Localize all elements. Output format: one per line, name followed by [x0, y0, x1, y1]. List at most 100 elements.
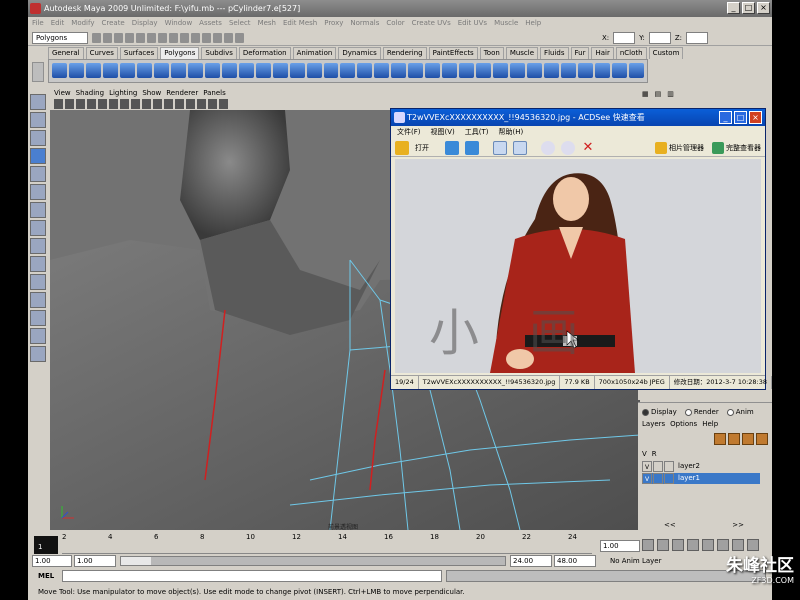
- boolean-difference-icon[interactable]: [323, 63, 339, 78]
- move-layer-up-icon[interactable]: [714, 433, 726, 445]
- poly-sphere-icon[interactable]: [52, 63, 67, 78]
- last-tool-icon[interactable]: [30, 238, 46, 254]
- move-tool-icon[interactable]: [30, 148, 46, 164]
- save-scene-icon[interactable]: [114, 33, 123, 43]
- poly-helix-icon[interactable]: [204, 63, 220, 78]
- poly-pyramid-icon[interactable]: [170, 63, 186, 78]
- acdsee-maximize-button[interactable]: □: [734, 111, 747, 124]
- range-handle[interactable]: [121, 557, 151, 565]
- menu-display[interactable]: Display: [132, 17, 158, 30]
- start-time-field[interactable]: 1.00: [32, 555, 72, 567]
- cut-uv-icon[interactable]: [611, 63, 627, 78]
- layer2-render-toggle[interactable]: [653, 461, 663, 472]
- attribute-editor-tab-icon[interactable]: ▤: [655, 88, 662, 100]
- anim-layer-radio[interactable]: Anim: [726, 407, 754, 417]
- select-tool-icon[interactable]: [30, 94, 46, 110]
- tab-muscle[interactable]: Muscle: [505, 47, 539, 59]
- display-layer-radio[interactable]: Display: [642, 407, 677, 417]
- layout-four-icon[interactable]: [30, 274, 46, 290]
- tab-dynamics[interactable]: Dynamics: [338, 47, 381, 59]
- menu-mesh[interactable]: Mesh: [258, 17, 276, 30]
- range-bar[interactable]: [120, 556, 506, 566]
- render-settings-icon[interactable]: [235, 33, 244, 43]
- split-polygon-icon[interactable]: [408, 63, 424, 78]
- previous-image-icon[interactable]: [445, 140, 459, 155]
- shelf-menu-button[interactable]: [32, 62, 44, 82]
- menu-create[interactable]: Create: [101, 17, 124, 30]
- scroll-right-button[interactable]: >>: [732, 521, 744, 529]
- resolution-gate-icon[interactable]: [120, 99, 129, 109]
- acdsee-menu-view[interactable]: 视图(V): [431, 126, 455, 139]
- zoom-out-icon[interactable]: [561, 140, 575, 155]
- boolean-intersection-icon[interactable]: [340, 63, 356, 78]
- camera-attributes-icon[interactable]: [65, 99, 74, 109]
- checker-icon[interactable]: [595, 63, 610, 78]
- show-manipulator-icon[interactable]: [30, 220, 46, 236]
- panel-menu-shading[interactable]: Shading: [76, 88, 104, 98]
- acdsee-menu-file[interactable]: 文件(F): [397, 126, 421, 139]
- minimize-button[interactable]: _: [727, 2, 740, 14]
- poly-cylinder-icon[interactable]: [85, 63, 101, 78]
- scroll-left-button[interactable]: <<: [664, 521, 676, 529]
- new-layer-selected-icon[interactable]: [756, 433, 768, 445]
- panel-menu-view[interactable]: View: [54, 88, 71, 98]
- step-forward-key-icon[interactable]: [732, 539, 744, 551]
- isolate-select-icon[interactable]: [197, 99, 206, 109]
- layout-graph-icon[interactable]: [30, 328, 46, 344]
- snap-point-icon[interactable]: [180, 33, 189, 43]
- render-layer-radio[interactable]: Render: [684, 407, 719, 417]
- extrude-icon[interactable]: [357, 63, 373, 78]
- poly-plane-icon[interactable]: [119, 63, 135, 78]
- tab-painteffects[interactable]: PaintEffects: [428, 47, 478, 59]
- cylindrical-mapping-icon[interactable]: [527, 63, 543, 78]
- tool-settings-tab-icon[interactable]: ▥: [667, 88, 674, 100]
- image-plane-icon[interactable]: [87, 99, 96, 109]
- ipr-render-icon[interactable]: [224, 33, 233, 43]
- poly-soccer-ball-icon[interactable]: [221, 63, 237, 78]
- menu-color[interactable]: Color: [386, 17, 404, 30]
- new-scene-icon[interactable]: [92, 33, 101, 43]
- tab-toon[interactable]: Toon: [479, 47, 504, 59]
- boolean-union-icon[interactable]: [306, 63, 322, 78]
- soft-mod-tool-icon[interactable]: [30, 202, 46, 218]
- acdsee-menu-tools[interactable]: 工具(T): [465, 126, 489, 139]
- mel-label[interactable]: MEL: [38, 570, 54, 582]
- tab-curves[interactable]: Curves: [85, 47, 118, 59]
- layout-hypershade-icon[interactable]: [30, 346, 46, 362]
- menu-file[interactable]: File: [32, 17, 44, 30]
- mirror-geometry-icon[interactable]: [289, 63, 305, 78]
- tab-general[interactable]: General: [48, 47, 84, 59]
- history-icon[interactable]: [202, 33, 211, 43]
- shadows-icon[interactable]: [186, 99, 195, 109]
- rotate-tool-icon[interactable]: [30, 166, 46, 182]
- poly-cube-icon[interactable]: [68, 63, 84, 78]
- move-layer-down-icon[interactable]: [728, 433, 740, 445]
- snap-plane-icon[interactable]: [191, 33, 200, 43]
- xray-icon[interactable]: [208, 99, 217, 109]
- tab-custom[interactable]: Custom: [648, 47, 684, 59]
- range-end-field[interactable]: 24.00: [510, 555, 552, 567]
- menu-create-uvs[interactable]: Create UVs: [412, 17, 451, 30]
- bridge-icon[interactable]: [374, 63, 390, 78]
- layer2-visibility-toggle[interactable]: V: [642, 461, 652, 472]
- select-object-icon[interactable]: [136, 33, 145, 43]
- wireframe-icon[interactable]: [131, 99, 140, 109]
- menu-edit[interactable]: Edit: [51, 17, 65, 30]
- insert-edge-loop-icon[interactable]: [425, 63, 441, 78]
- step-back-key-icon[interactable]: [657, 539, 669, 551]
- menu-proxy[interactable]: Proxy: [324, 17, 343, 30]
- rotate-right-icon[interactable]: [513, 140, 527, 155]
- menu-help[interactable]: Help: [525, 17, 541, 30]
- open-scene-icon[interactable]: [103, 33, 112, 43]
- menu-set-dropdown[interactable]: Polygons: [32, 32, 88, 44]
- grid-toggle-icon[interactable]: [98, 99, 107, 109]
- menu-normals[interactable]: Normals: [350, 17, 379, 30]
- bevel-icon[interactable]: [459, 63, 475, 78]
- step-back-frame-icon[interactable]: [672, 539, 684, 551]
- maximize-button[interactable]: □: [742, 2, 755, 14]
- menu-modify[interactable]: Modify: [71, 17, 94, 30]
- lights-icon[interactable]: [175, 99, 184, 109]
- tab-deformation[interactable]: Deformation: [238, 47, 291, 59]
- layout-outliner-icon[interactable]: [30, 310, 46, 326]
- smooth-icon[interactable]: [272, 63, 288, 78]
